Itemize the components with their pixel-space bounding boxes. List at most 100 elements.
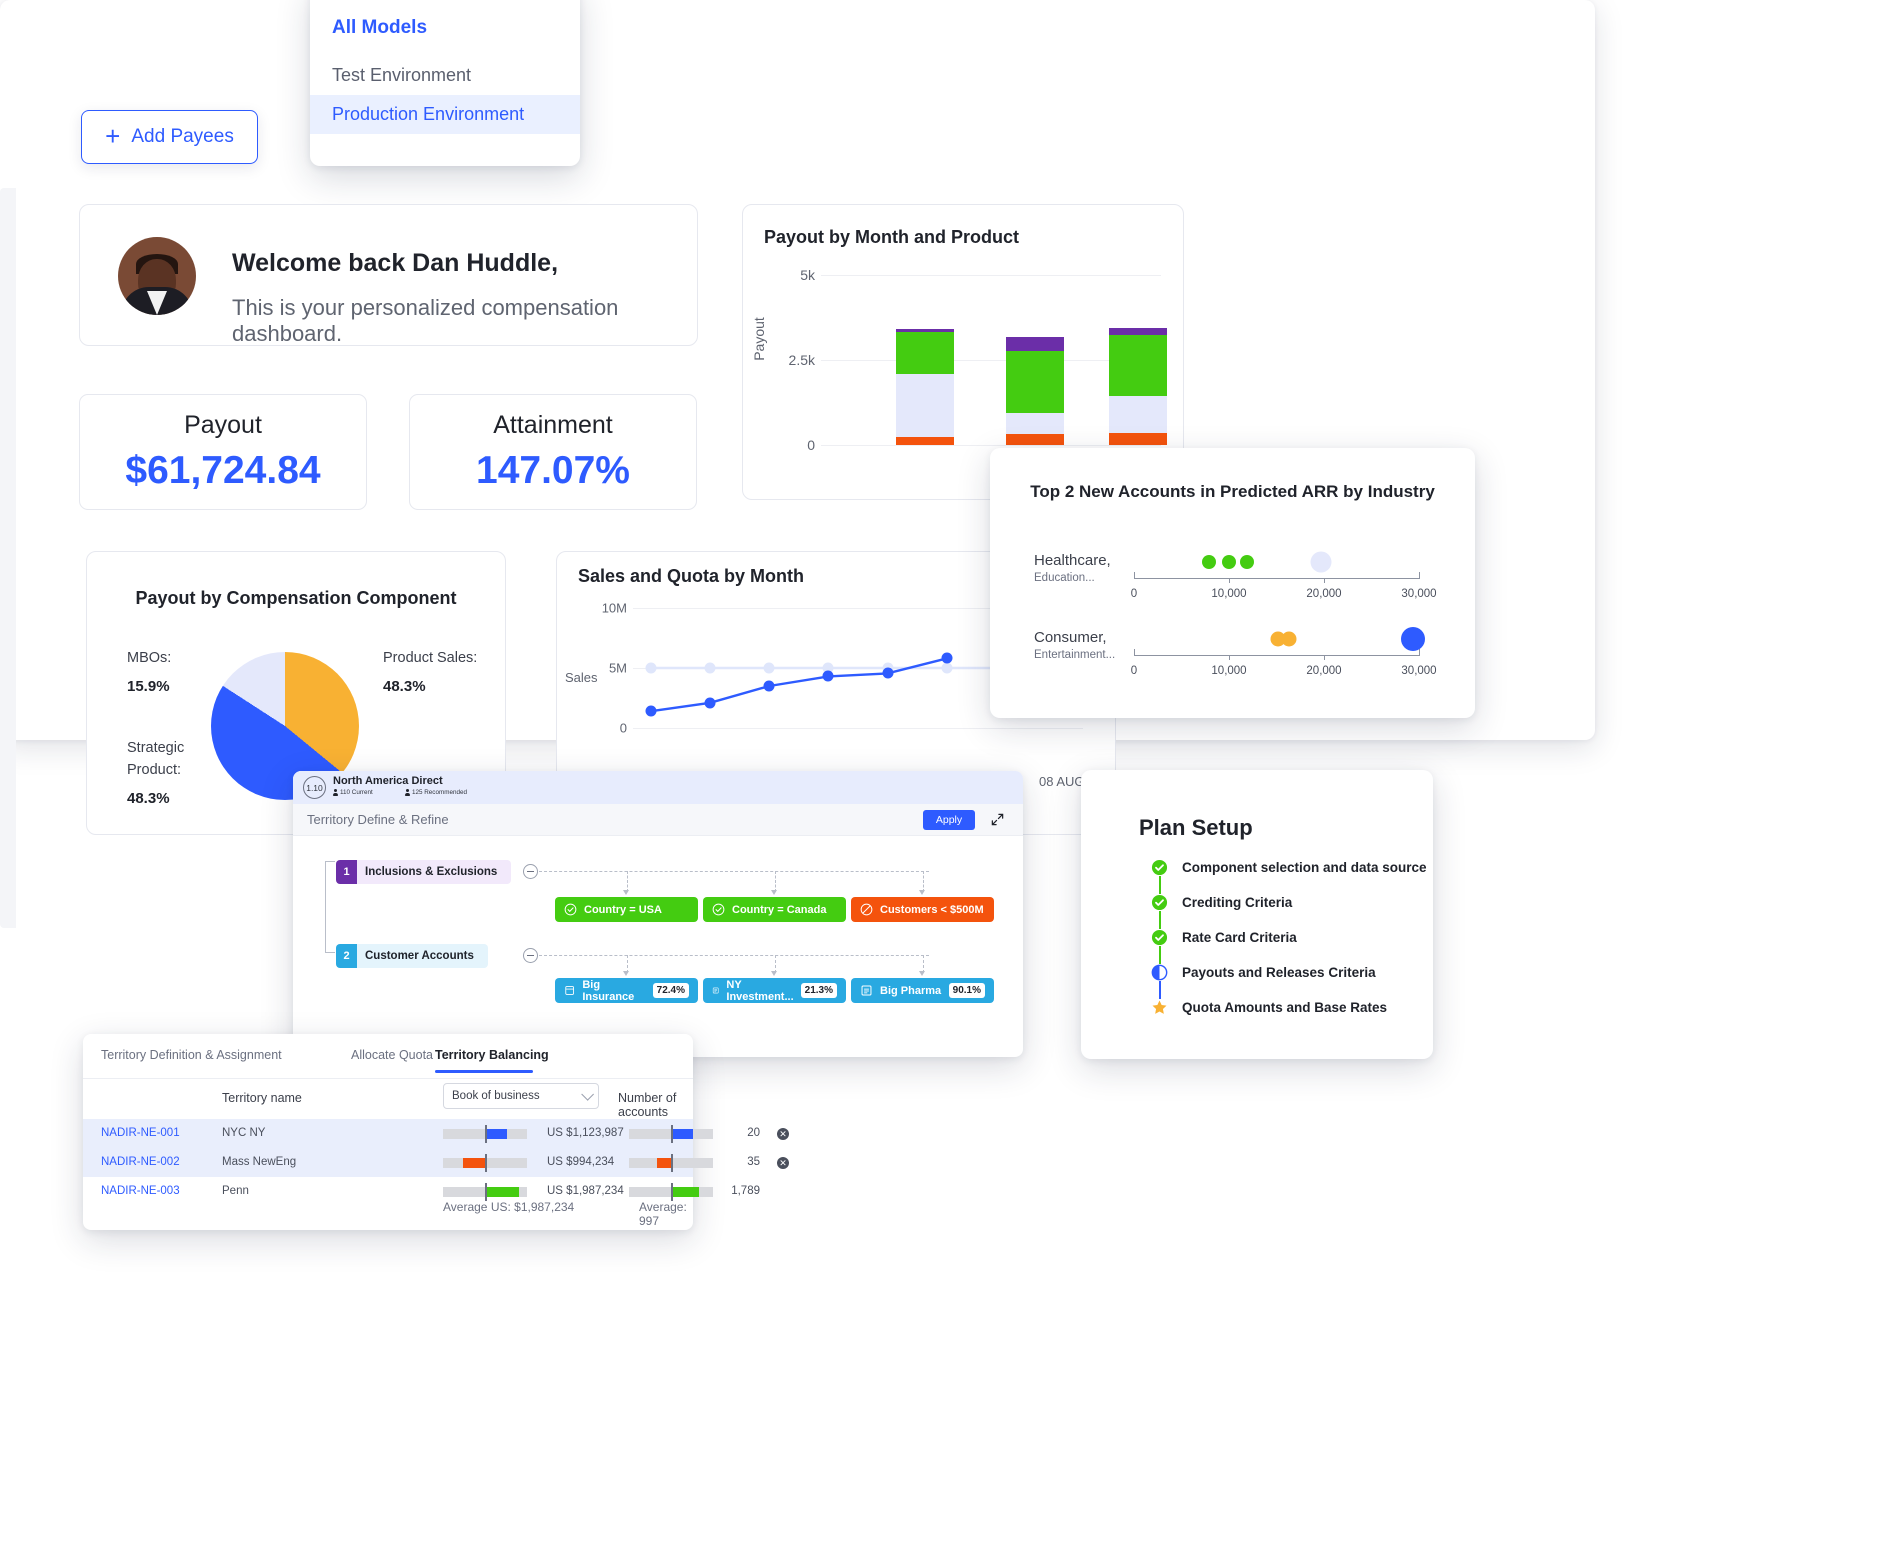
check-circle-icon (1151, 859, 1168, 876)
flow-step[interactable]: 1 Inclusions & Exclusions (336, 860, 511, 884)
pie-chart-title: Payout by Compensation Component (87, 588, 505, 609)
environment-dropdown[interactable]: All Models Test Environment Production E… (310, 0, 580, 166)
bar-segment (1006, 434, 1064, 445)
line-gridline (633, 728, 1083, 729)
person-icon (405, 789, 410, 796)
arr-axis-label: 0 (1131, 665, 1137, 677)
table-row[interactable]: NADIR-NE-001NYC NYUS $1,123,98720✕ (83, 1119, 693, 1148)
plan-setup-step[interactable]: Component selection and data source (1151, 859, 1427, 876)
flow-collapse-toggle[interactable] (523, 948, 538, 963)
welcome-card: Welcome back Dan Huddle, This is your pe… (79, 204, 698, 346)
dropdown-item-test-environment[interactable]: Test Environment (310, 56, 580, 95)
arr-axis-label: 0 (1131, 588, 1137, 600)
flow-chip-label: NY Investment... (726, 979, 793, 1003)
flow-arrow-icon (623, 971, 629, 976)
line-data-point (646, 663, 657, 674)
flow-bracket (325, 861, 335, 953)
bar-segment (1109, 335, 1167, 396)
plus-icon: + (105, 123, 120, 149)
tab-allocate-quota[interactable]: Allocate Quota (351, 1048, 433, 1062)
arr-axis-label: 30,000 (1401, 665, 1436, 677)
tab-territory-balancing[interactable]: Territory Balancing (435, 1048, 549, 1062)
plan-setup-step[interactable]: Payouts and Releases Criteria (1151, 964, 1376, 981)
bar-column (1006, 337, 1064, 445)
book-of-business-select[interactable]: Book of business (443, 1083, 599, 1109)
kpi-attainment-label: Attainment (410, 411, 696, 440)
bar-chart-y-axis-label: Payout (751, 317, 767, 361)
flow-chip[interactable]: Country = USA (555, 897, 698, 922)
table-cell-territory-id[interactable]: NADIR-NE-002 (101, 1156, 180, 1168)
line-chart-y-axis-label: Sales (565, 670, 598, 685)
line-data-point (764, 663, 775, 674)
bar-column (896, 329, 954, 445)
arr-data-point (1240, 555, 1254, 569)
arr-row-sublabel: Education... (1034, 572, 1095, 584)
flow-chip[interactable]: Big Insurance72.4% (555, 978, 698, 1003)
add-payees-button[interactable]: + Add Payees (81, 110, 258, 164)
arr-axis-label: 10,000 (1211, 588, 1246, 600)
table-row[interactable]: NADIR-NE-002Mass NewEngUS $994,23435✕ (83, 1148, 693, 1177)
flow-step-label: Inclusions & Exclusions (365, 866, 497, 878)
line-data-point (823, 671, 834, 682)
check-circle-icon (1151, 929, 1168, 946)
plan-setup-step[interactable]: Crediting Criteria (1151, 894, 1292, 911)
footer-book-average: Average US: $1,987,234 (443, 1200, 574, 1214)
building-icon (564, 984, 575, 997)
flow-chip[interactable]: NY Investment...21.3% (703, 978, 846, 1003)
kpi-payout-label: Payout (80, 411, 366, 440)
flow-step-number: 1 (336, 860, 357, 884)
delete-row-icon[interactable]: ✕ (777, 1157, 789, 1169)
table-cell-territory-name: NYC NY (222, 1127, 265, 1139)
plan-setup-step[interactable]: Quota Amounts and Base Rates (1151, 999, 1387, 1016)
kpi-attainment-value: 147.07% (410, 449, 696, 493)
bar-y-tick: 5k (800, 267, 815, 283)
star-icon (1151, 999, 1168, 1016)
document-icon (712, 984, 719, 997)
kpi-card-payout: Payout $61,724.84 (79, 394, 367, 510)
bar-segment (1109, 396, 1167, 433)
plan-step-label: Quota Amounts and Base Rates (1182, 1000, 1387, 1015)
table-row[interactable]: NADIR-NE-003PennUS $1,987,2341,789 (83, 1177, 693, 1206)
bar-segment (1109, 328, 1167, 335)
bar-segment (896, 374, 954, 438)
arr-axis-label: 30,000 (1401, 588, 1436, 600)
flow-collapse-toggle[interactable] (523, 864, 538, 879)
table-cell-accounts: 20 (724, 1127, 760, 1139)
footer-accounts-average: Average: 997 (639, 1200, 693, 1228)
apply-button[interactable]: Apply (923, 810, 975, 830)
flow-chip[interactable]: Country = Canada (703, 897, 846, 922)
flow-chip-percent: 90.1% (949, 983, 985, 998)
line-data-point (882, 668, 893, 679)
bar-segment (1006, 351, 1064, 413)
table-cell-territory-id[interactable]: NADIR-NE-003 (101, 1185, 180, 1197)
flow-step[interactable]: 2 Customer Accounts (336, 944, 488, 968)
table-cell-book-value: US $1,987,234 (547, 1185, 624, 1197)
column-header-territory-name: Territory name (222, 1091, 302, 1105)
top-2-new-accounts-arr-card: Top 2 New Accounts in Predicted ARR by I… (990, 448, 1475, 718)
pie-label-mbos: MBOs:15.9% (127, 648, 171, 698)
flow-chip[interactable]: Big Pharma90.1% (851, 978, 994, 1003)
arr-data-point (1202, 555, 1216, 569)
expand-collapse-icon[interactable] (990, 812, 1005, 827)
flow-step-number: 2 (336, 944, 357, 968)
tab-territory-definition-assignment[interactable]: Territory Definition & Assignment (101, 1048, 282, 1062)
table-cell-territory-id[interactable]: NADIR-NE-001 (101, 1127, 180, 1139)
bar-y-tick: 0 (807, 437, 815, 453)
dropdown-item-production-environment[interactable]: Production Environment (310, 95, 580, 134)
arr-data-point (1401, 627, 1425, 651)
territory-stat-current: 110 Current (333, 789, 373, 796)
arr-data-point (1222, 555, 1236, 569)
plan-step-connector (1159, 911, 1161, 929)
delete-row-icon[interactable]: ✕ (777, 1128, 789, 1140)
book-of-business-value: Book of business (452, 1090, 540, 1102)
line-data-point (646, 706, 657, 717)
dropdown-title-all-models[interactable]: All Models (310, 8, 580, 47)
plan-setup-step[interactable]: Rate Card Criteria (1151, 929, 1297, 946)
flow-step-label: Customer Accounts (365, 950, 474, 962)
table-cell-book-value: US $1,123,987 (547, 1127, 624, 1139)
flow-chip[interactable]: Customers < $500M (851, 897, 994, 922)
flow-arrow-icon (771, 971, 777, 976)
flow-arrow-icon (919, 890, 925, 895)
arr-data-point (1311, 552, 1332, 573)
check-circle-icon (712, 903, 725, 916)
